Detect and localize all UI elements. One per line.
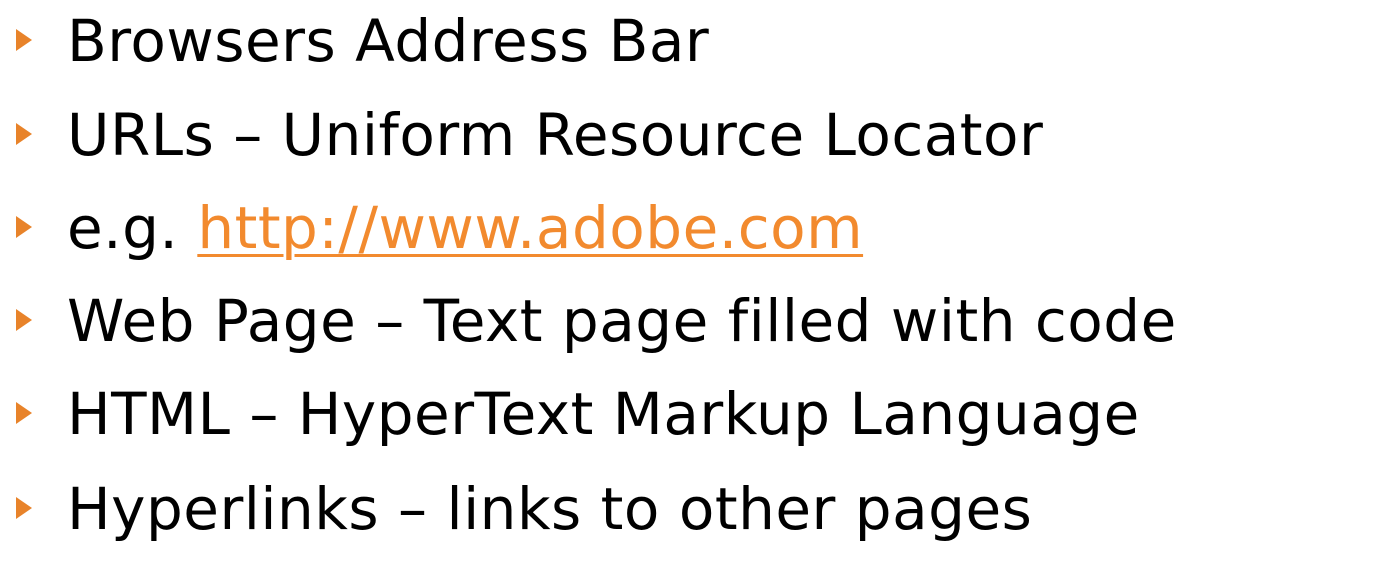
bullet-text: Browsers Address Bar — [67, 7, 710, 75]
triangle-bullet-icon — [16, 497, 32, 519]
list-item: Browsers Address Bar — [0, 2, 1391, 80]
list-item: e.g. http://www.adobe.com — [0, 189, 1391, 267]
list-item: URLs – Uniform Resource Locator — [0, 96, 1391, 174]
triangle-bullet-icon — [16, 309, 32, 331]
example-prefix: e.g. — [67, 194, 198, 262]
list-item: Web Page – Text page filled with code — [0, 282, 1391, 360]
list-item: HTML – HyperText Markup Language — [0, 375, 1391, 453]
bullet-text: e.g. http://www.adobe.com — [67, 189, 863, 267]
adobe-link[interactable]: http://www.adobe.com — [197, 194, 863, 262]
bullet-text: HTML – HyperText Markup Language — [67, 380, 1140, 448]
list-item: Hyperlinks – links to other pages — [0, 470, 1391, 548]
bullet-text: Web Page – Text page filled with code — [67, 287, 1177, 355]
bullet-text: URLs – Uniform Resource Locator — [67, 101, 1044, 169]
bullet-list: Browsers Address Bar URLs – Uniform Reso… — [0, 0, 1391, 561]
triangle-bullet-icon — [16, 29, 32, 51]
triangle-bullet-icon — [16, 402, 32, 424]
triangle-bullet-icon — [16, 123, 32, 145]
triangle-bullet-icon — [16, 216, 32, 238]
bullet-text: Hyperlinks – links to other pages — [67, 475, 1033, 543]
